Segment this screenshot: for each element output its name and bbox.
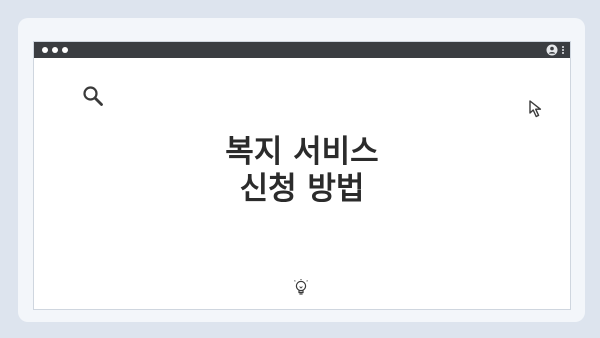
maximize-dot[interactable] — [62, 47, 68, 53]
cursor-icon — [529, 100, 542, 118]
lightbulb-icon — [294, 279, 308, 295]
headline: 복지 서비스 신청 방법 — [34, 134, 570, 208]
more-vert-icon[interactable] — [562, 46, 564, 54]
user-icon[interactable] — [546, 44, 558, 56]
window-controls — [42, 47, 68, 53]
search-icon[interactable] — [81, 84, 105, 108]
headline-line-2: 신청 방법 — [239, 171, 365, 207]
stage: 복지 서비스 신청 방법 — [0, 0, 600, 338]
browser-window: 복지 서비스 신청 방법 — [33, 41, 571, 310]
minimize-dot[interactable] — [52, 47, 58, 53]
headline-line-1: 복지 서비스 — [225, 134, 379, 170]
window-titlebar — [34, 42, 570, 58]
titlebar-actions — [546, 44, 564, 56]
close-dot[interactable] — [42, 47, 48, 53]
